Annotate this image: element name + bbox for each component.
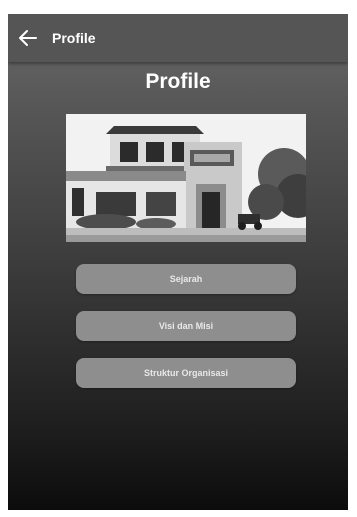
building-photo	[66, 114, 306, 242]
struktur-organisasi-button[interactable]: Struktur Organisasi	[76, 358, 296, 388]
page-title: Profile	[145, 70, 211, 93]
back-button[interactable]	[16, 26, 40, 50]
app-bar: Profile	[8, 14, 348, 62]
visi-misi-button[interactable]: Visi dan Misi	[76, 311, 296, 341]
arrow-left-icon	[19, 30, 37, 46]
app-bar-title: Profile	[52, 30, 96, 46]
sejarah-button[interactable]: Sejarah	[76, 264, 296, 294]
app-screen: Profile Profile Sejarah Visi dan Misi St…	[8, 14, 348, 510]
